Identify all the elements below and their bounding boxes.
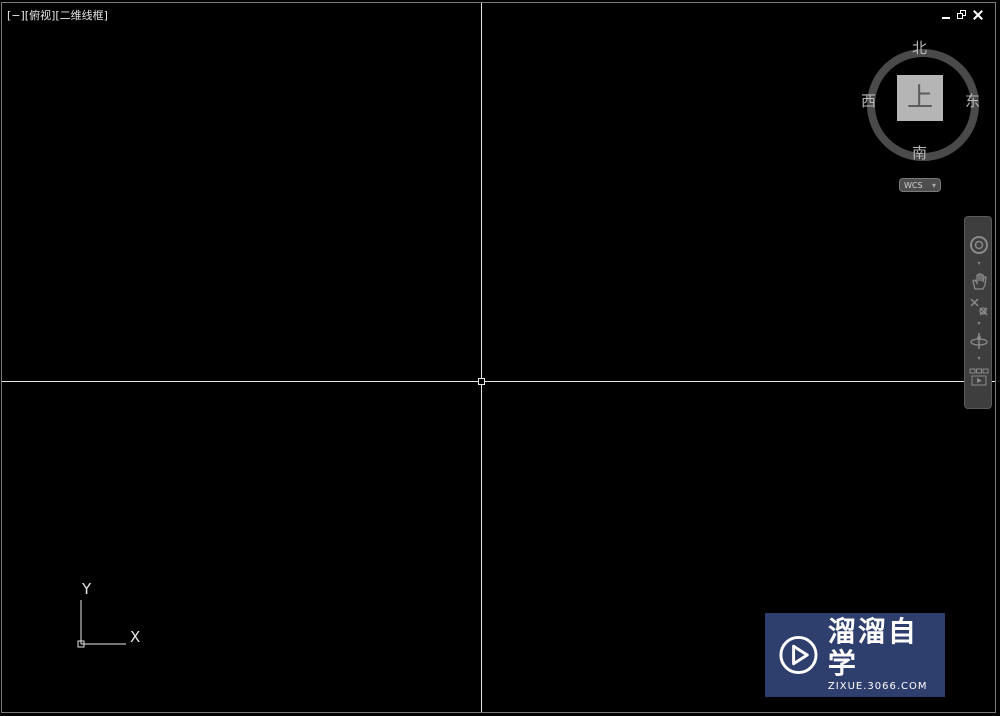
restore-icon[interactable] [957, 10, 967, 20]
compass-north[interactable]: 北 [912, 37, 927, 58]
steering-wheel-icon[interactable] [969, 235, 989, 255]
ucs-y-label: Y [82, 580, 92, 598]
wcs-menu-button[interactable]: WCS [899, 178, 941, 193]
navbar-separator: ▾ [977, 260, 981, 267]
watermark-url: ZIXUE.3066.COM [827, 681, 928, 692]
zoom-extents-icon[interactable] [969, 297, 989, 317]
watermark-brand: 溜溜自学 [827, 615, 918, 680]
navbar-separator: ▾ [977, 355, 981, 362]
crosshair-horizontal [2, 381, 995, 382]
compass-south[interactable]: 南 [912, 142, 927, 163]
ucs-axes-icon [77, 600, 126, 648]
ucs-x-label: X [130, 628, 141, 646]
navbar-separator: ▾ [977, 320, 981, 327]
viewport-controls-label[interactable]: [−][俯视][二维线框] [7, 9, 108, 22]
crosshair-pickbox [478, 378, 485, 385]
pan-hand-icon[interactable] [969, 271, 989, 291]
compass-west[interactable]: 西 [861, 90, 876, 111]
play-logo-icon [779, 635, 818, 675]
ucs-icon: Y X [60, 570, 160, 660]
close-icon[interactable] [973, 10, 983, 20]
watermark-banner: 溜溜自学 ZIXUE.3066.COM [765, 613, 945, 697]
viewport-window-controls [941, 10, 983, 20]
viewcube[interactable]: 北 南 西 东 上 [857, 35, 981, 162]
viewcube-top-face[interactable]: 上 [897, 75, 943, 121]
minimize-icon[interactable] [941, 10, 951, 20]
orbit-icon[interactable] [969, 331, 989, 351]
compass-east[interactable]: 东 [965, 90, 980, 111]
crosshair-vertical [481, 3, 482, 712]
showmotion-icon[interactable] [969, 367, 989, 387]
navigation-bar: ▾ ▾ ▾ [964, 216, 992, 409]
